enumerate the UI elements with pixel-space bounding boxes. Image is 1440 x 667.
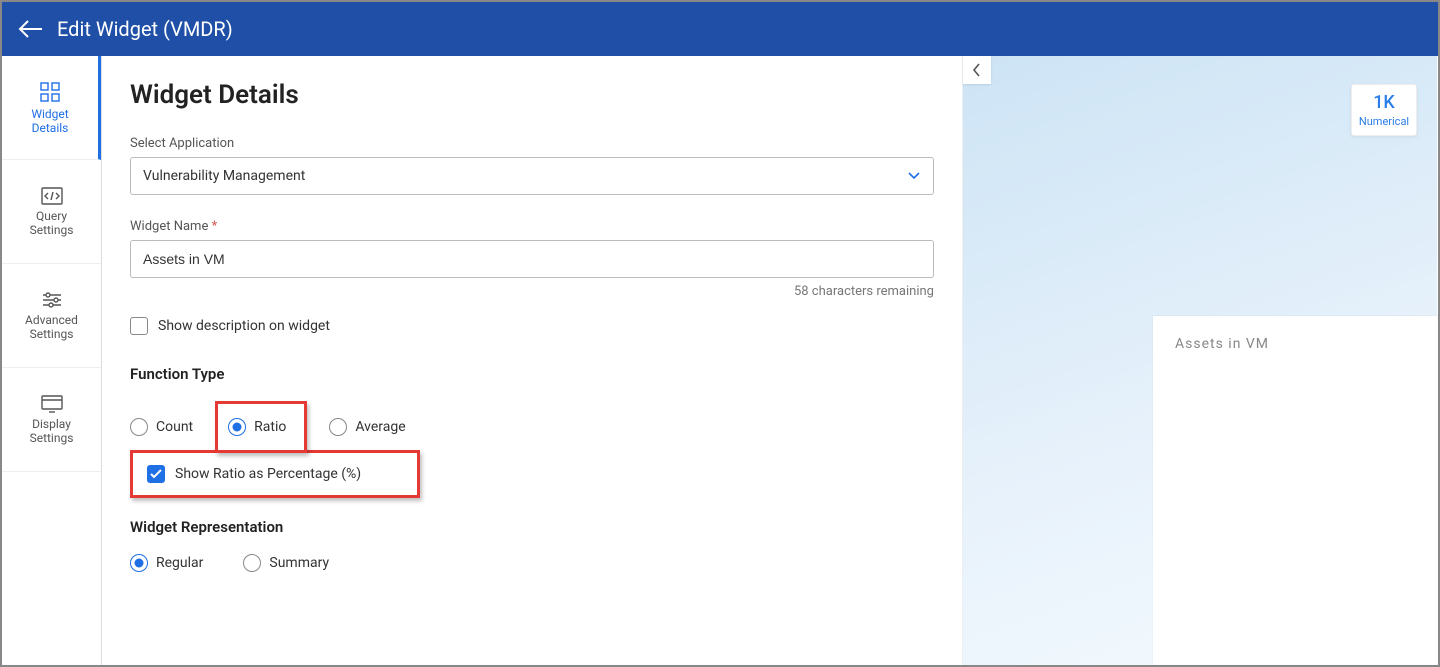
widget-representation-label: Widget Representation	[130, 518, 934, 536]
widget-preview-card: Assets in VM	[1153, 316, 1437, 665]
radio-icon	[228, 418, 246, 436]
radio-icon	[243, 554, 261, 572]
show-ratio-percentage-checkbox[interactable]	[147, 465, 165, 483]
chevron-left-icon	[972, 63, 982, 77]
chevron-down-icon	[907, 171, 921, 181]
function-type-radio-group: Count Ratio Average	[130, 401, 934, 453]
function-type-count[interactable]: Count	[130, 418, 193, 436]
select-application-label: Select Application	[130, 136, 934, 151]
widget-name-label: Widget Name *	[130, 219, 934, 234]
form-panel: Widget Details Select Application Vulner…	[102, 56, 962, 665]
widget-name-input[interactable]	[130, 240, 934, 278]
back-arrow-icon[interactable]	[17, 15, 45, 43]
show-description-checkbox-row[interactable]: Show description on widget	[130, 317, 934, 335]
show-description-checkbox[interactable]	[130, 317, 148, 335]
application-dropdown-value: Vulnerability Management	[143, 168, 305, 184]
code-icon	[41, 187, 63, 205]
page-header: Edit Widget (VMDR)	[2, 2, 1438, 56]
left-sidebar: Widget Details Query Settings Advanced S…	[2, 56, 102, 665]
sidebar-item-query-settings[interactable]: Query Settings	[2, 160, 101, 264]
radio-icon	[329, 418, 347, 436]
checkmark-icon	[150, 469, 162, 479]
widget-type-chip-numerical[interactable]: 1K Numerical	[1351, 84, 1417, 136]
representation-summary[interactable]: Summary	[243, 554, 329, 572]
chip-label: Numerical	[1359, 115, 1409, 128]
application-dropdown[interactable]: Vulnerability Management	[130, 157, 934, 195]
grid-icon	[39, 81, 61, 103]
preview-pane: 1K Numerical Assets in VM	[962, 56, 1437, 665]
preview-widget-title: Assets in VM	[1175, 336, 1415, 352]
display-icon	[41, 395, 63, 413]
show-ratio-percentage-row[interactable]: Show Ratio as Percentage (%)	[147, 465, 403, 483]
function-type-average[interactable]: Average	[329, 418, 405, 436]
page-title: Widget Details	[130, 80, 934, 110]
chars-remaining-hint: 58 characters remaining	[130, 284, 934, 299]
radio-icon	[130, 418, 148, 436]
function-type-ratio[interactable]: Ratio	[228, 418, 286, 436]
chip-value: 1K	[1373, 92, 1395, 113]
function-type-label: Function Type	[130, 365, 934, 383]
collapse-preview-button[interactable]	[963, 56, 991, 84]
sidebar-item-display-settings[interactable]: Display Settings	[2, 368, 101, 472]
radio-icon	[130, 554, 148, 572]
show-ratio-percentage-label: Show Ratio as Percentage (%)	[175, 466, 361, 482]
representation-regular[interactable]: Regular	[130, 554, 203, 572]
sidebar-item-advanced-settings[interactable]: Advanced Settings	[2, 264, 101, 368]
sidebar-item-widget-details[interactable]: Widget Details	[2, 56, 101, 160]
header-title: Edit Widget (VMDR)	[57, 17, 233, 41]
show-description-label: Show description on widget	[158, 318, 330, 334]
sliders-icon	[41, 291, 63, 309]
representation-radio-group: Regular Summary	[130, 554, 934, 572]
